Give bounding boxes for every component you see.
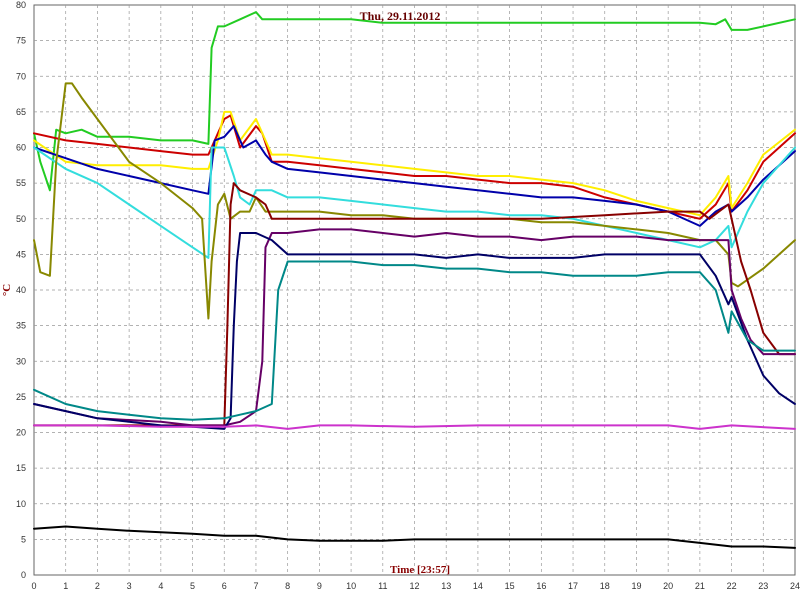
- x-axis-label: Time [23:57]: [390, 564, 450, 576]
- y-tick-label: 25: [16, 392, 26, 402]
- x-tick-label: 16: [536, 581, 546, 591]
- y-tick-label: 10: [16, 499, 26, 509]
- temperature-chart: 0 1 2 3 4 5 6 7 8 9 10 11 12 13 14 15 16 17 18 19 20 21 22 23 24…: [1, 0, 800, 591]
- y-tick-label: 15: [16, 463, 26, 473]
- y-tick-label: 55: [16, 178, 26, 188]
- x-tick-label: 17: [568, 581, 578, 591]
- y-tick-label: 20: [16, 428, 26, 438]
- x-tick-labels: 0 1 2 3 4 5 6 7 8 9 10 11 12 13 14 15 16 17 18 19 20 21 22 23 24: [31, 581, 800, 591]
- x-tick-label: 18: [600, 581, 610, 591]
- x-tick-label: 2: [95, 581, 100, 591]
- x-tick-label: 4: [158, 581, 163, 591]
- y-tick-labels: 0 5 10 15 20 25 30 35 40 45 50 55 60 65 70 75 80: [16, 0, 26, 580]
- x-tick-label: 1: [63, 581, 68, 591]
- x-tick-label: 19: [631, 581, 641, 591]
- x-tick-label: 22: [727, 581, 737, 591]
- y-tick-label: 5: [21, 534, 26, 544]
- x-tick-label: 6: [222, 581, 227, 591]
- y-tick-label: 0: [21, 570, 26, 580]
- x-tick-label: 14: [473, 581, 483, 591]
- x-tick-label: 15: [505, 581, 515, 591]
- y-tick-label: 30: [16, 356, 26, 366]
- y-tick-label: 50: [16, 214, 26, 224]
- x-tick-label: 8: [285, 581, 290, 591]
- x-tick-label: 13: [441, 581, 451, 591]
- y-tick-label: 60: [16, 143, 26, 153]
- x-tick-label: 9: [317, 581, 322, 591]
- y-axis-label: °C: [1, 284, 13, 296]
- x-tick-label: 5: [190, 581, 195, 591]
- x-tick-label: 3: [127, 581, 132, 591]
- y-tick-label: 40: [16, 285, 26, 295]
- y-tick-label: 70: [16, 71, 26, 81]
- y-tick-label: 80: [16, 0, 26, 10]
- x-tick-label: 10: [346, 581, 356, 591]
- y-tick-label: 75: [16, 36, 26, 46]
- x-tick-label: 23: [758, 581, 768, 591]
- y-tick-label: 45: [16, 249, 26, 259]
- x-tick-label: 0: [31, 581, 36, 591]
- x-tick-label: 12: [409, 581, 419, 591]
- y-tick-label: 35: [16, 321, 26, 331]
- x-tick-label: 20: [663, 581, 673, 591]
- chart-title: Thu, 29.11.2012: [360, 9, 441, 23]
- x-tick-label: 24: [790, 581, 800, 591]
- y-tick-label: 65: [16, 107, 26, 117]
- x-tick-label: 11: [378, 581, 387, 591]
- x-tick-label: 21: [695, 581, 705, 591]
- x-tick-label: 7: [253, 581, 258, 591]
